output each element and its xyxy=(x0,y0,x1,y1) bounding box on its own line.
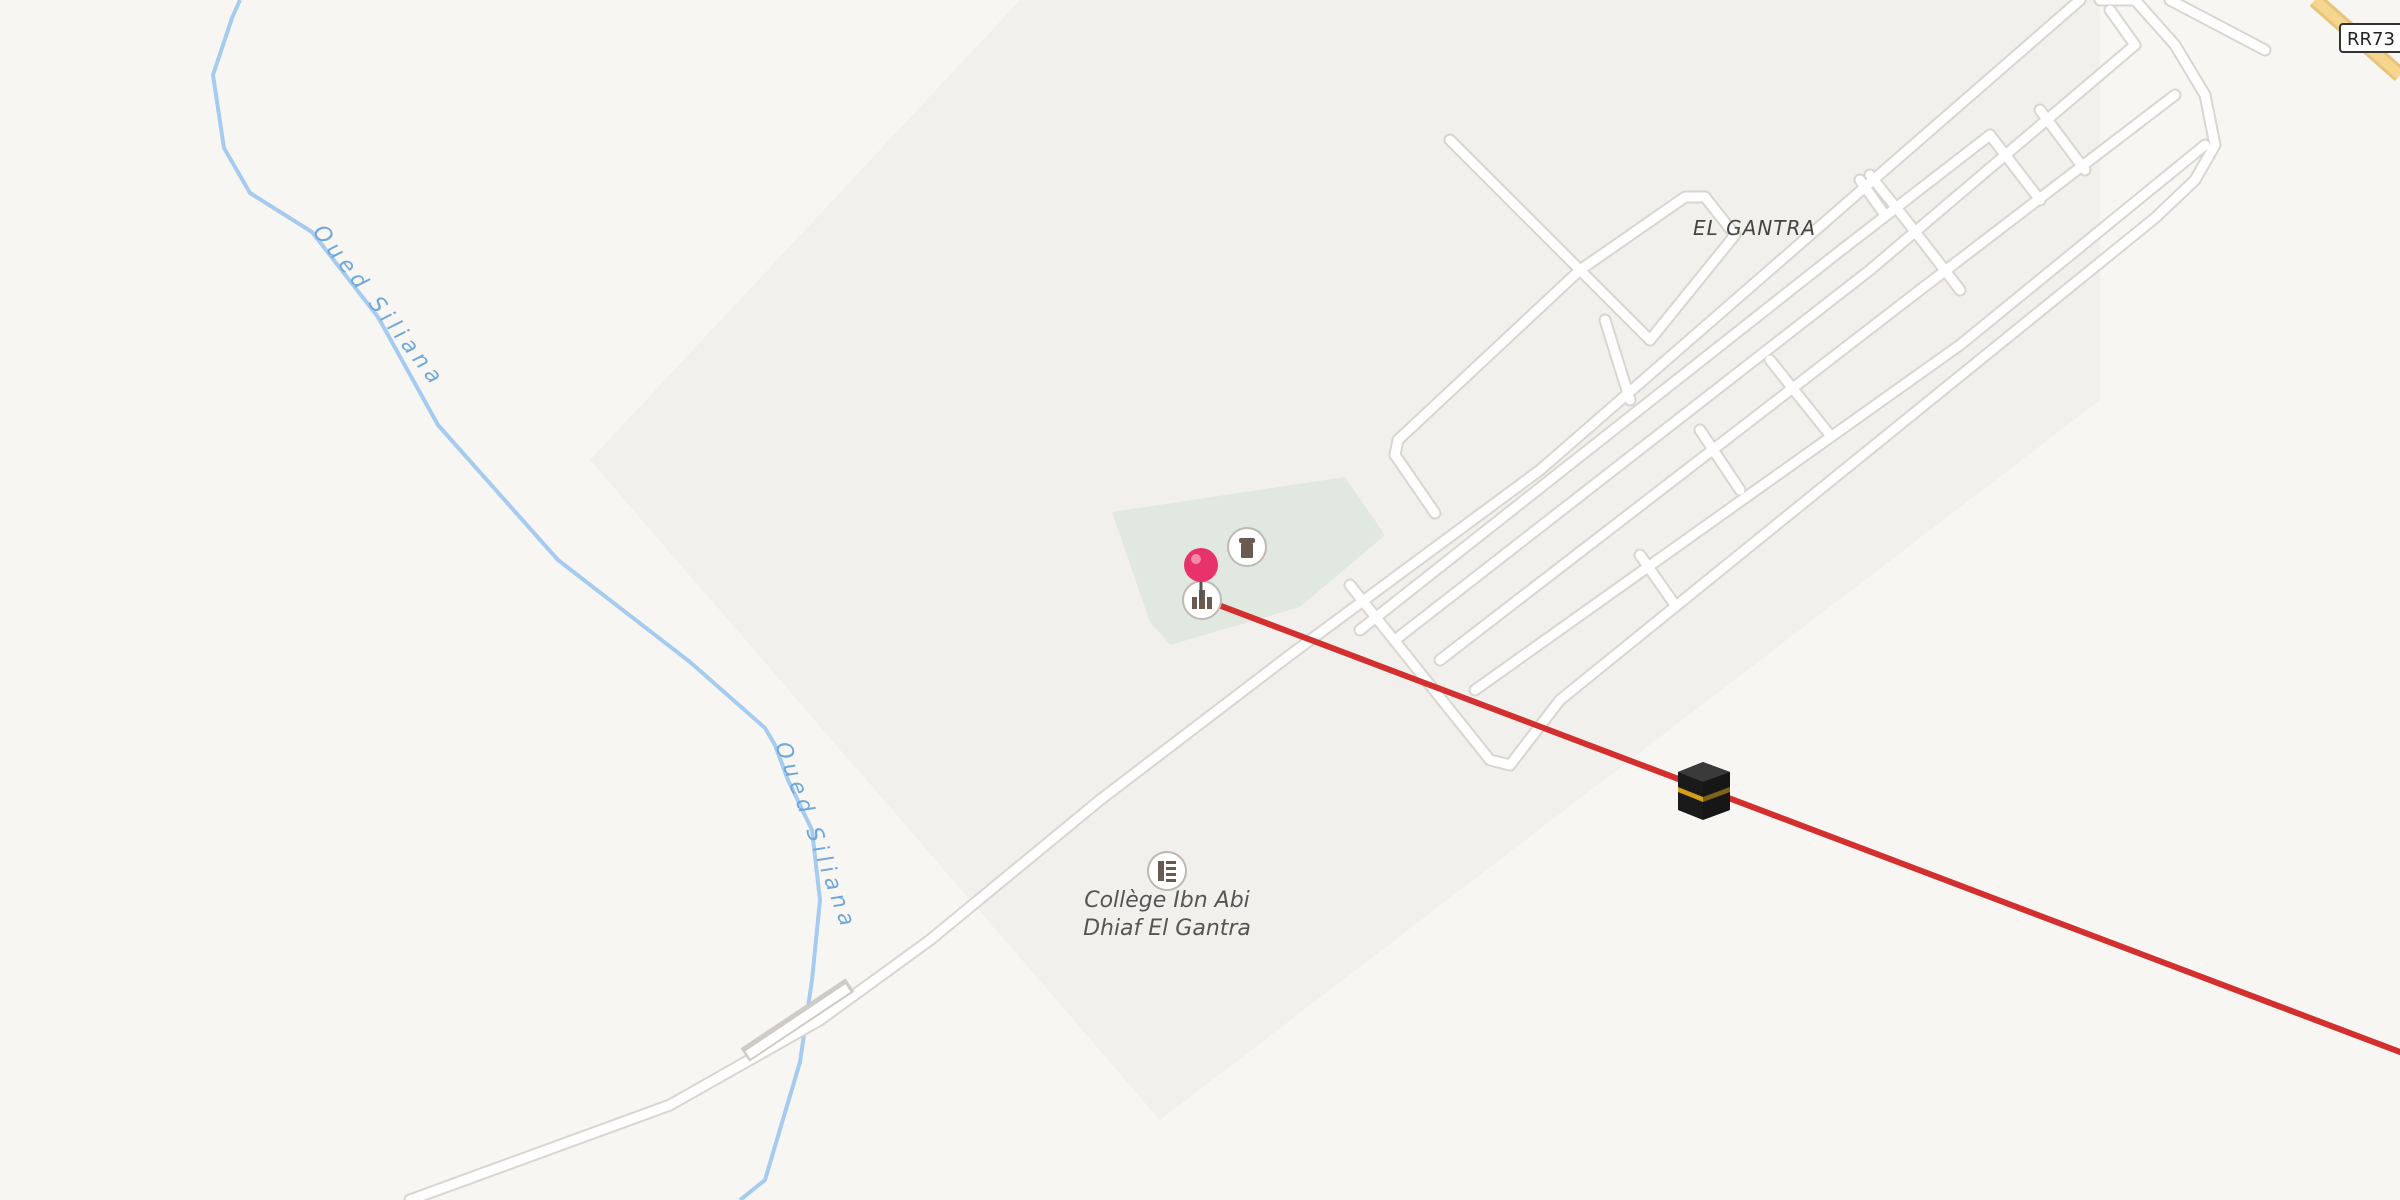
road-shield-rr73: RR73 xyxy=(2339,23,2400,53)
water-label-oued-siliana-1: Oued Siliana xyxy=(307,220,449,392)
cemetery-icon[interactable] xyxy=(1227,527,1267,567)
school-label-line1[interactable]: Collège Ibn Abi xyxy=(1084,888,1250,913)
bridge xyxy=(740,978,855,1062)
water-label-oued-siliana-2: Oued Siliana xyxy=(769,739,861,935)
road-shield-label: RR73 xyxy=(2347,29,2395,50)
place-label-el-gantra: EL GANTRA xyxy=(1693,216,1816,240)
school-label-line2[interactable]: Dhiaf El Gantra xyxy=(1083,916,1251,941)
school-icon[interactable] xyxy=(1147,851,1187,891)
map-view[interactable]: RR73 EL GANTRA Oued Siliana Oued Siliana xyxy=(0,0,2400,1200)
map-canvas[interactable]: RR73 EL GANTRA Oued Siliana Oued Siliana xyxy=(0,0,2400,1200)
kaaba-icon xyxy=(1678,762,1730,820)
